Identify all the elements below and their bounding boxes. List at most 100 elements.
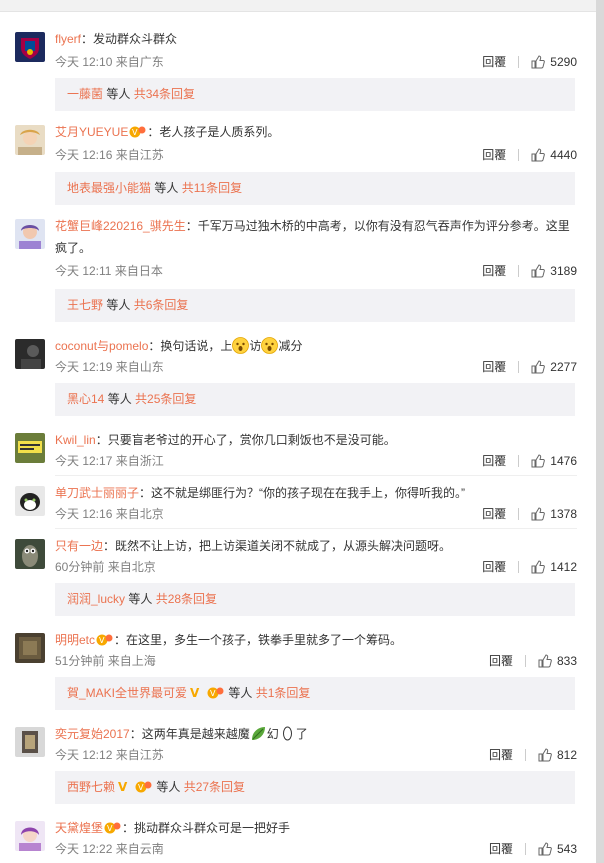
zero-circle-icon bbox=[282, 726, 292, 741]
reply-button[interactable]: 回覆 bbox=[482, 359, 506, 375]
comment-location: 来自上海 bbox=[107, 654, 156, 668]
scrollbar[interactable] bbox=[596, 0, 604, 863]
like-button[interactable]: 3189 bbox=[531, 263, 577, 279]
like-button[interactable]: 4440 bbox=[531, 147, 577, 163]
comment-text-line: 花蟹巨峰220216_骐先生：千军万马过独木桥的中高考，以你有没有忍气吞声作为评… bbox=[55, 215, 577, 259]
like-button[interactable]: 1378 bbox=[531, 506, 577, 522]
comment-location: 来自北京 bbox=[115, 507, 164, 521]
username-link[interactable]: 奕元复始2017 bbox=[55, 727, 130, 741]
avatar[interactable] bbox=[15, 32, 45, 62]
replies-summary[interactable]: 润润_lucky 等人 共28条回复 bbox=[55, 583, 575, 616]
like-button[interactable]: 1412 bbox=[531, 559, 577, 575]
reply-count-link[interactable]: 共34条回复 bbox=[134, 87, 195, 101]
username-link[interactable]: flyerf bbox=[55, 32, 81, 46]
colon: ： bbox=[148, 339, 161, 353]
avatar[interactable] bbox=[15, 486, 45, 516]
like-button[interactable]: 5290 bbox=[531, 54, 577, 70]
comment-actions: 回覆 2277 bbox=[482, 359, 577, 375]
reply-count-link[interactable]: 共28条回复 bbox=[156, 592, 217, 606]
reply-count-link[interactable]: 共27条回复 bbox=[184, 780, 245, 794]
reply-count-link[interactable]: 共6条回复 bbox=[134, 298, 189, 312]
vip-badge-icon: V bbox=[104, 822, 121, 834]
comment-text-line: coconut与pomelo：换句话说，上 访 减分 bbox=[55, 335, 577, 357]
comment-time: 今天 12:19 bbox=[55, 360, 113, 374]
reply-button[interactable]: 回覆 bbox=[489, 747, 513, 763]
like-button[interactable]: 812 bbox=[538, 747, 577, 763]
reply-user-link[interactable]: 地表最强小能猫 bbox=[67, 181, 151, 195]
comment-text-line: 艾月YUEYUE V ：老人孩子是人质系列。 bbox=[55, 121, 577, 143]
reply-count-link[interactable]: 共11条回复 bbox=[182, 181, 242, 195]
reply-button[interactable]: 回覆 bbox=[482, 263, 506, 279]
replies-summary[interactable]: 王七野 等人 共6条回复 bbox=[55, 289, 575, 322]
avatar[interactable] bbox=[15, 125, 45, 155]
avatar[interactable] bbox=[15, 339, 45, 369]
avatar[interactable] bbox=[15, 633, 45, 663]
avatar[interactable] bbox=[15, 727, 45, 757]
shocked-face-emoji-icon bbox=[232, 337, 250, 354]
replies-mid-text: 等人 bbox=[125, 592, 156, 606]
reply-button[interactable]: 回覆 bbox=[489, 653, 513, 669]
reply-button[interactable]: 回覆 bbox=[482, 453, 506, 469]
action-divider bbox=[524, 843, 526, 855]
comment-body-part: 幻 bbox=[266, 727, 279, 741]
replies-summary[interactable]: 西野七赖 V V 等人 共27条回复 bbox=[55, 771, 575, 804]
username-link[interactable]: 天黛煌堡 bbox=[55, 821, 103, 835]
username-link[interactable]: 单刀武士丽丽子 bbox=[55, 486, 139, 500]
comment-body: 这不就是绑匪行为？“你的孩子现在在我手上，你得听我的。” bbox=[151, 486, 466, 500]
comment-body-part: 减分 bbox=[278, 339, 303, 353]
reply-button[interactable]: 回覆 bbox=[482, 559, 506, 575]
replies-mid-text: 等人 bbox=[151, 181, 182, 195]
comment-list-panel: flyerf：发动群众斗群众 今天 12:10 来自广东 回覆 5290 一藤菌… bbox=[0, 0, 596, 863]
reply-user-link[interactable]: 賀_MAKI全世界最可爱 bbox=[67, 686, 187, 700]
avatar[interactable] bbox=[15, 219, 45, 249]
like-button[interactable]: 1476 bbox=[531, 453, 577, 469]
thumbs-up-icon bbox=[538, 842, 552, 856]
replies-summary[interactable]: 一藤菌 等人 共34条回复 bbox=[55, 78, 575, 111]
comment-body-part: 这两年真是越来越魔 bbox=[141, 727, 250, 741]
username-link[interactable]: 花蟹巨峰220216_骐先生 bbox=[55, 219, 186, 233]
svg-text:V: V bbox=[107, 824, 113, 833]
replies-summary[interactable]: 賀_MAKI全世界最可爱 V V 等人 共1条回复 bbox=[55, 677, 575, 710]
reply-button[interactable]: 回覆 bbox=[489, 841, 513, 857]
vip-v-badge-icon: V bbox=[190, 686, 200, 699]
reply-count-link[interactable]: 共25条回复 bbox=[135, 392, 196, 406]
comment-actions: 回覆 3189 bbox=[482, 263, 577, 279]
username-link[interactable]: Kwil_lin bbox=[55, 433, 96, 447]
reply-button[interactable]: 回覆 bbox=[482, 506, 506, 522]
like-button[interactable]: 2277 bbox=[531, 359, 577, 375]
comment-meta: 今天 12:17 来自浙江 回覆 1476 bbox=[55, 453, 577, 469]
comment-actions: 回覆 1378 bbox=[482, 506, 577, 522]
like-button[interactable]: 833 bbox=[538, 653, 577, 669]
replies-summary[interactable]: 黑心14 等人 共25条回复 bbox=[55, 383, 575, 416]
like-count: 543 bbox=[556, 842, 577, 856]
action-divider bbox=[518, 508, 520, 520]
username-link[interactable]: coconut与pomelo bbox=[55, 339, 148, 353]
comment-body-part: 换句话说，上 bbox=[160, 339, 233, 353]
comment-time: 今天 12:22 bbox=[55, 842, 113, 856]
username-link[interactable]: 只有一边 bbox=[55, 539, 103, 553]
reply-button[interactable]: 回覆 bbox=[482, 147, 506, 163]
replies-summary[interactable]: 地表最强小能猫 等人 共11条回复 bbox=[55, 172, 575, 205]
comment-meta: 今天 12:19 来自山东 回覆 2277 bbox=[55, 359, 577, 375]
comment-text-line: 单刀武士丽丽子：这不就是绑匪行为？“你的孩子现在在我手上，你得听我的。” bbox=[55, 482, 577, 504]
like-count: 3189 bbox=[550, 264, 577, 278]
reply-user-link[interactable]: 黑心14 bbox=[67, 392, 104, 406]
reply-user-link[interactable]: 一藤菌 bbox=[67, 87, 103, 101]
colon: ： bbox=[185, 219, 198, 233]
reply-user-link[interactable]: 润润_lucky bbox=[67, 592, 125, 606]
like-button[interactable]: 543 bbox=[538, 841, 577, 857]
colon: ： bbox=[103, 539, 116, 553]
reply-button[interactable]: 回覆 bbox=[482, 54, 506, 70]
comment-body: 老人孩子是人质系列。 bbox=[159, 125, 280, 139]
thumbs-up-icon bbox=[531, 264, 546, 278]
avatar[interactable] bbox=[15, 821, 45, 851]
avatar[interactable] bbox=[15, 539, 45, 569]
reply-user-link[interactable]: 西野七赖 bbox=[67, 780, 115, 794]
reply-count-link[interactable]: 共1条回复 bbox=[256, 686, 311, 700]
thumbs-up-icon bbox=[531, 507, 546, 521]
username-link[interactable]: 明明etc bbox=[55, 633, 95, 647]
avatar[interactable] bbox=[15, 433, 45, 463]
reply-user-link[interactable]: 王七野 bbox=[67, 298, 103, 312]
comment-location: 来自云南 bbox=[115, 842, 164, 856]
username-link[interactable]: 艾月YUEYUE bbox=[55, 125, 128, 139]
